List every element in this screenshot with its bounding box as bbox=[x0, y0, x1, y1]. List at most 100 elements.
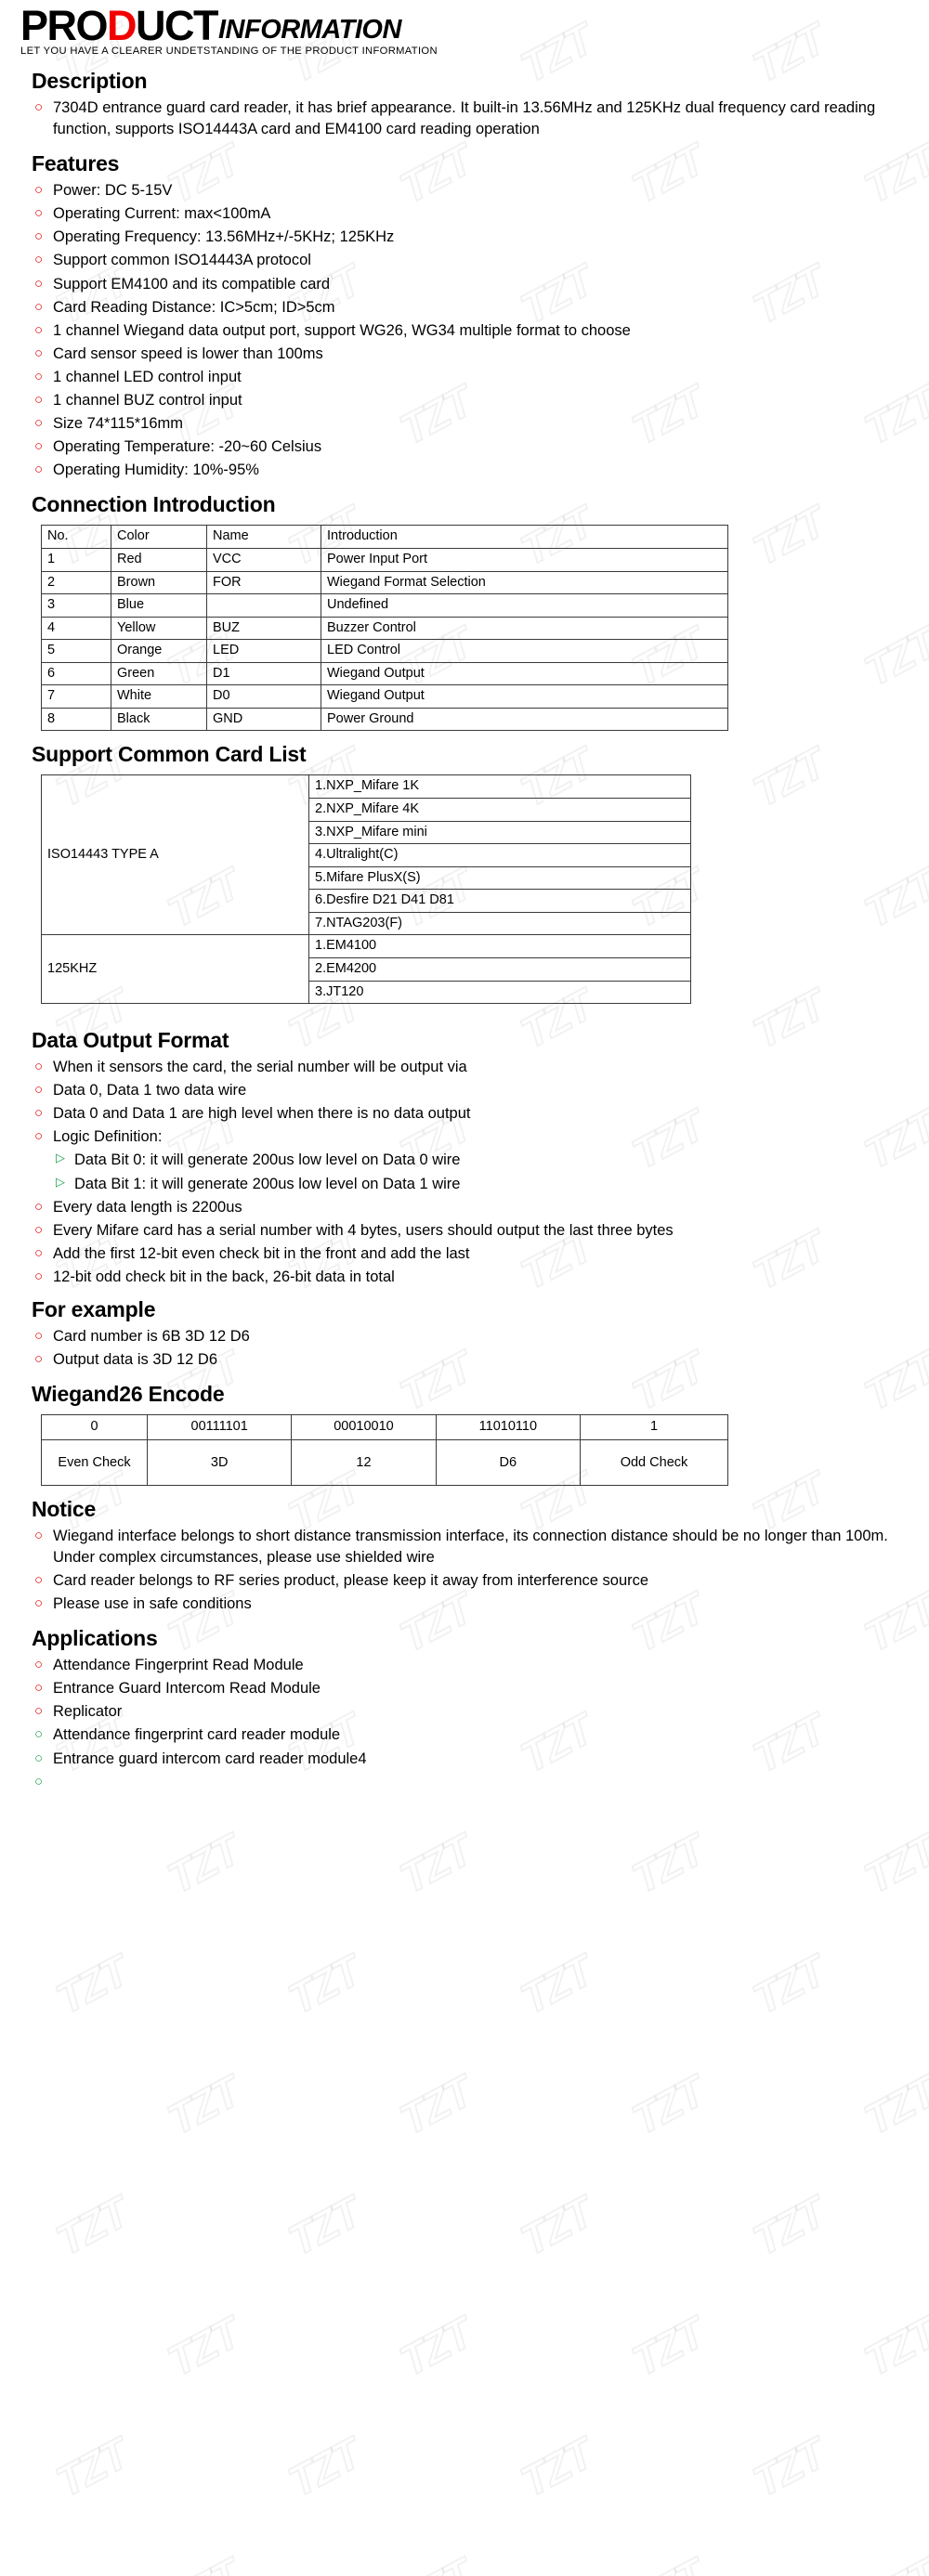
list-item: ○ Card sensor speed is lower than 100ms bbox=[33, 344, 912, 365]
section-title-data-output-format: Data Output Format bbox=[32, 1028, 229, 1053]
circle-bullet-icon: ○ bbox=[34, 182, 44, 199]
list-item: ○ Please use in safe conditions bbox=[33, 1594, 912, 1615]
table-row: 125KHZ 1.EM4100 bbox=[41, 934, 691, 1005]
support-common-card-list-table: ISO14443 TYPE A 1.NXP_Mifare 1K 2.NXP_Mi… bbox=[41, 774, 691, 1005]
wiegand26-encode-table: 0 00111101 00010010 11010110 1 Even Chec… bbox=[41, 1414, 728, 1486]
cell-no: 6 bbox=[41, 661, 111, 686]
list-item: ○ Operating Current: max<100mA bbox=[33, 203, 912, 225]
circle-bullet-icon: ○ bbox=[34, 252, 44, 268]
watermark-text: TZT bbox=[52, 1943, 132, 2026]
circle-bullet-icon: ○ bbox=[34, 1268, 44, 1284]
watermark-text: TZT bbox=[628, 2305, 708, 2388]
watermark-text: TZT bbox=[164, 2546, 243, 2576]
circle-bullet-icon: ○ bbox=[34, 1703, 44, 1720]
cell-card-item: 6.Desfire D21 D41 D81 bbox=[308, 889, 691, 913]
circle-bullet-icon: ○ bbox=[34, 1750, 44, 1766]
cell-card-item: 2.EM4200 bbox=[308, 956, 691, 982]
list-item-label: 12-bit odd check bit in the back, 26-bit… bbox=[53, 1268, 395, 1285]
cell-name: LED bbox=[206, 639, 321, 663]
list-item-label: Add the first 12-bit even check bit in t… bbox=[53, 1244, 470, 1262]
triangle-bullet-icon: ▷ bbox=[56, 1174, 65, 1189]
list-item: ○ Size 74*115*16mm bbox=[33, 413, 912, 435]
circle-bullet-icon: ○ bbox=[34, 368, 44, 384]
list-item: ○ 7304D entrance guard card reader, it h… bbox=[33, 98, 912, 140]
notice-list: ○ Wiegand interface belongs to short dist… bbox=[20, 1526, 912, 1615]
cell-introduction: LED Control bbox=[321, 639, 728, 663]
logo-subtitle: INFORMATION bbox=[218, 15, 401, 46]
circle-bullet-icon: ○ bbox=[34, 99, 44, 115]
cell-card-item: 2.NXP_Mifare 4K bbox=[308, 798, 691, 822]
list-item: ○ Every Mifare card has a serial number w… bbox=[33, 1220, 912, 1242]
list-item-label: When it sensors the card, the serial num… bbox=[53, 1059, 467, 1076]
list-item: ○ Attendance fingerprint card reader modu… bbox=[33, 1724, 912, 1746]
list-item-label: 7304D entrance guard card reader, it has… bbox=[53, 99, 876, 138]
circle-bullet-icon: ○ bbox=[34, 321, 44, 338]
cell-introduction: Buzzer Control bbox=[321, 616, 728, 641]
cell-color: Red bbox=[111, 547, 207, 572]
list-item-label: 1 channel Wiegand data output port, supp… bbox=[53, 321, 631, 339]
list-item: ○ Attendance Fingerprint Read Module bbox=[33, 1655, 912, 1676]
cell-color: Orange bbox=[111, 639, 207, 663]
cell-bit-value: 11010110 bbox=[435, 1414, 582, 1440]
cell-bit-value: 0 bbox=[41, 1414, 148, 1440]
sub-list-item: ▷ Data Bit 1: it will generate 200us low … bbox=[33, 1174, 912, 1195]
cell-bit-value: 00111101 bbox=[146, 1414, 293, 1440]
list-item-label: Replicator bbox=[53, 1703, 123, 1721]
connection-introduction-table: No. Color Name Introduction 1 Red VCC Po… bbox=[41, 525, 728, 732]
list-item-label: Output data is 3D 12 D6 bbox=[53, 1351, 218, 1369]
masthead: PRO D UCT INFORMATION LET YOU HAVE A CLEARE… bbox=[20, 0, 912, 58]
cell-color: Black bbox=[111, 707, 207, 732]
table-row: 8 Black GND Power Ground bbox=[41, 707, 728, 732]
section-title-connection-introduction: Connection Introduction bbox=[32, 492, 276, 517]
cell-no: 1 bbox=[41, 547, 111, 572]
list-item: ○ Entrance Guard Intercom Read Module bbox=[33, 1678, 912, 1699]
cell-card-item: 1.NXP_Mifare 1K bbox=[308, 774, 691, 800]
watermark-text: TZT bbox=[749, 1943, 829, 2026]
circle-bullet-icon: ○ bbox=[34, 1059, 44, 1075]
watermark-text: TZT bbox=[396, 1822, 476, 1906]
list-item-label: Entrance Guard Intercom Read Module bbox=[53, 1680, 321, 1698]
connection-table-wrap: No. Color Name Introduction 1 Red VCC Po… bbox=[20, 525, 912, 732]
column-header-no: No. bbox=[41, 525, 111, 549]
table-row: 7 White D0 Wiegand Output bbox=[41, 684, 728, 709]
watermark-text: TZT bbox=[396, 2305, 476, 2388]
section-title-for-example: For example bbox=[32, 1297, 156, 1322]
list-item: ○ Wiegand interface belongs to short dist… bbox=[33, 1526, 912, 1568]
watermark-text: TZT bbox=[396, 2546, 476, 2576]
table-row: 1 Red VCC Power Input Port bbox=[41, 547, 728, 572]
features-list: ○ Power: DC 5-15V ○ Operating Current: max… bbox=[20, 180, 912, 481]
table-row: 2 Brown FOR Wiegand Format Selection bbox=[41, 570, 728, 595]
watermark-text: TZT bbox=[628, 1822, 708, 1906]
watermark-text: TZT bbox=[628, 2063, 708, 2147]
sub-list-item-label: Data Bit 1: it will generate 200us low l… bbox=[74, 1175, 461, 1192]
cell-name: GND bbox=[206, 707, 321, 732]
watermark-text: TZT bbox=[164, 2305, 243, 2388]
table-row: ISO14443 TYPE A 1.NXP_Mifare 1K bbox=[41, 774, 691, 936]
cell-no: 7 bbox=[41, 684, 111, 709]
list-item: ○ 12-bit odd check bit in the back, 26-bi… bbox=[33, 1267, 912, 1288]
circle-bullet-icon: ○ bbox=[34, 205, 44, 222]
watermark-text: TZT bbox=[284, 2184, 364, 2268]
list-item-label: Data 0 and Data 1 are high level when th… bbox=[53, 1105, 471, 1123]
circle-bullet-icon: ○ bbox=[34, 415, 44, 432]
circle-bullet-icon: ○ bbox=[34, 228, 44, 245]
watermark-text: TZT bbox=[52, 2426, 132, 2509]
cell-introduction: Wiegand Output bbox=[321, 661, 728, 686]
cell-card-group: 125KHZ bbox=[41, 934, 309, 1005]
circle-bullet-icon: ○ bbox=[34, 1328, 44, 1345]
cell-introduction: Power Input Port bbox=[321, 547, 728, 572]
list-item-label: Card Reading Distance: IC>5cm; ID>5cm bbox=[53, 298, 335, 316]
card-list-table-wrap: ISO14443 TYPE A 1.NXP_Mifare 1K 2.NXP_Mi… bbox=[20, 774, 912, 1005]
list-item-label: Attendance Fingerprint Read Module bbox=[53, 1657, 304, 1674]
section-title-description: Description bbox=[32, 69, 148, 93]
cell-card-item: 1.EM4100 bbox=[308, 934, 691, 958]
cell-color: Brown bbox=[111, 570, 207, 595]
table-row: 0 00111101 00010010 11010110 1 bbox=[41, 1414, 728, 1440]
watermark-text: TZT bbox=[860, 2063, 929, 2147]
list-item-label: Power: DC 5-15V bbox=[53, 182, 173, 200]
list-item: ○ Output data is 3D 12 D6 bbox=[33, 1349, 912, 1371]
cell-bit-label: 12 bbox=[291, 1438, 437, 1486]
list-item: ○ Card reader belongs to RF series produc… bbox=[33, 1570, 912, 1592]
table-row: 5 Orange LED LED Control bbox=[41, 639, 728, 663]
watermark-text: TZT bbox=[396, 2063, 476, 2147]
